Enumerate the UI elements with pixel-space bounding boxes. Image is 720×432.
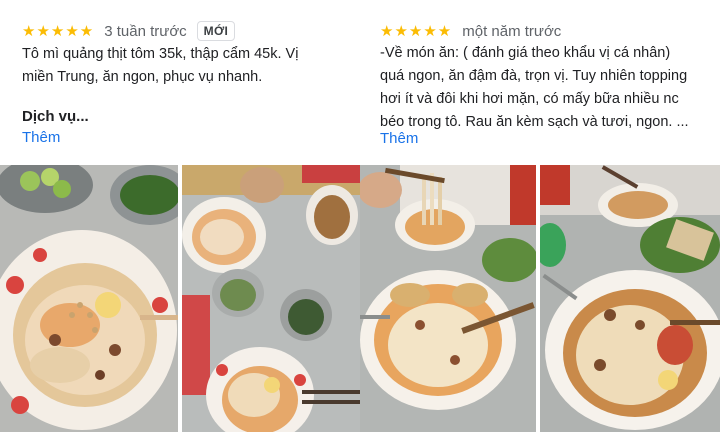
review-time: 3 tuần trước bbox=[104, 22, 187, 40]
review-meta: ★★★★★ một năm trước bbox=[380, 21, 561, 41]
star-rating: ★★★★★ bbox=[22, 23, 95, 40]
noodles-lifted-photo[interactable] bbox=[360, 165, 536, 432]
bowl-with-greens-photo[interactable] bbox=[540, 165, 720, 432]
review-text: Tô mì quảng thịt tôm 35k, thập cẩm 45k. … bbox=[22, 46, 299, 85]
more-link[interactable]: Thêm bbox=[22, 129, 60, 146]
table-with-bowls-photo[interactable] bbox=[182, 165, 360, 432]
review-time: một năm trước bbox=[462, 22, 562, 40]
bowl-with-lime-photo[interactable] bbox=[0, 165, 178, 432]
review-card-1: ★★★★★ 3 tuần trước MỚI Tô mì quảng thịt … bbox=[0, 0, 360, 432]
review-text: -Về món ăn: ( đánh giá theo khẩu vị cá n… bbox=[380, 45, 689, 130]
more-link[interactable]: Thêm bbox=[380, 130, 418, 147]
star-rating: ★★★★★ bbox=[380, 23, 453, 40]
review-meta: ★★★★★ 3 tuần trước MỚI bbox=[22, 21, 236, 41]
new-badge: MỚI bbox=[196, 21, 236, 41]
service-heading: Dịch vụ... bbox=[22, 108, 89, 125]
review-card-2: ★★★★★ một năm trước -Về món ăn: ( đánh g… bbox=[360, 0, 720, 432]
